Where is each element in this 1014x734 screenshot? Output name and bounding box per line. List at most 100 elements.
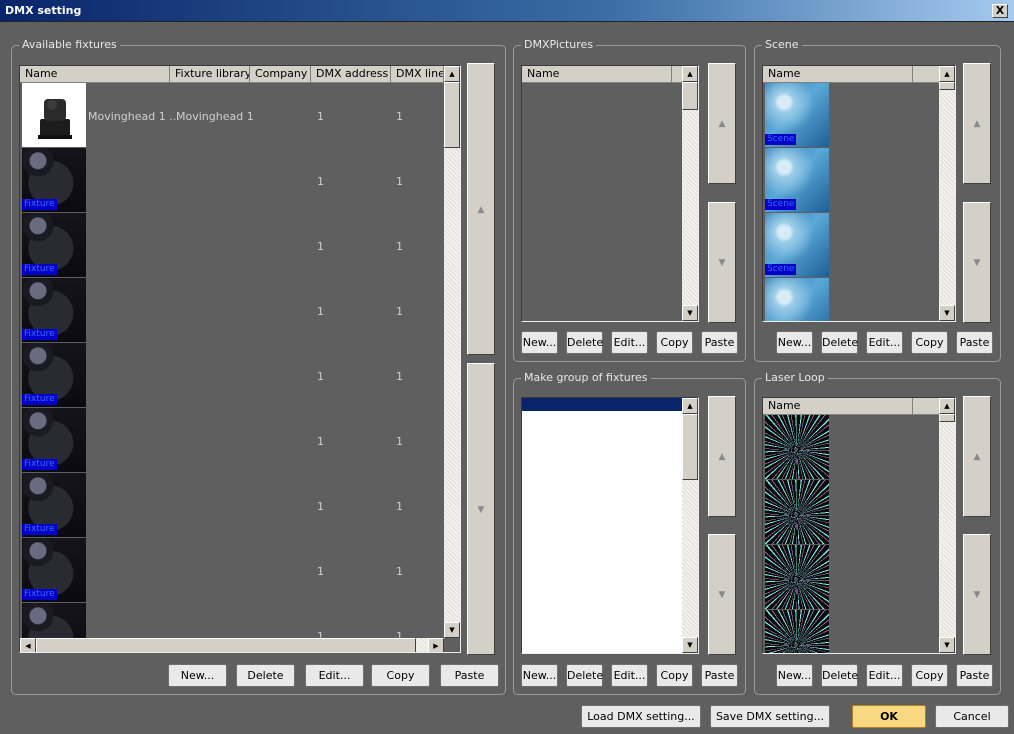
scroll-thumb-horizontal[interactable] — [36, 638, 416, 652]
dmxpictures-edit-button[interactable]: Edit... — [611, 331, 648, 354]
laser-scrollbar[interactable]: ▲ ▼ — [939, 398, 955, 653]
fixtures-horizontal-scrollbar[interactable]: ◀ ▶ — [20, 638, 444, 652]
column-name[interactable]: Name — [20, 66, 170, 83]
scroll-thumb[interactable] — [939, 414, 955, 422]
laser-list[interactable]: Name ▲ ▼ — [762, 397, 956, 654]
fixture-copy-button[interactable]: Copy — [371, 664, 430, 687]
laser-thumbnail[interactable] — [765, 545, 829, 609]
laser-thumbnail[interactable] — [765, 610, 829, 653]
scene-new-button[interactable]: New... — [776, 331, 813, 354]
fixture-thumbnail — [22, 603, 86, 638]
column-name[interactable]: Name — [763, 398, 913, 415]
fixture-row[interactable]: Movinghead 1 ... Movinghead 1 1 1 — [20, 83, 444, 148]
fixture-move-up-button[interactable]: ▲ — [467, 63, 495, 355]
group-list[interactable]: ▲ ▼ — [521, 397, 699, 654]
laser-thumbnail[interactable] — [765, 415, 829, 479]
fixture-row[interactable]: 11 — [20, 603, 444, 638]
group-move-down-button[interactable]: ▼ — [708, 534, 736, 655]
laser-move-up-button[interactable]: ▲ — [963, 396, 991, 517]
column-company[interactable]: Company — [250, 66, 311, 83]
fixture-dmx-line: 1 — [396, 110, 403, 123]
fixture-delete-button[interactable]: Delete — [236, 664, 295, 687]
laser-new-button[interactable]: New... — [776, 664, 813, 687]
scroll-thumb[interactable] — [682, 82, 698, 110]
scroll-up-icon[interactable]: ▲ — [682, 398, 698, 414]
scene-thumbnail[interactable]: Scene — [765, 148, 829, 212]
scroll-up-icon[interactable]: ▲ — [939, 66, 955, 82]
laser-delete-button[interactable]: Delete — [821, 664, 858, 687]
scroll-up-icon[interactable]: ▲ — [444, 66, 460, 82]
load-dmx-setting-button[interactable]: Load DMX setting... — [581, 705, 701, 728]
scroll-down-icon[interactable]: ▼ — [939, 305, 955, 321]
scene-thumbnail[interactable]: Scene — [765, 83, 829, 147]
group-new-button[interactable]: New... — [521, 664, 558, 687]
column-dmx-address[interactable]: DMX address — [311, 66, 391, 83]
fixture-row[interactable]: Fixture 1 1 — [20, 148, 444, 213]
scene-edit-button[interactable]: Edit... — [866, 331, 903, 354]
dmxpictures-list[interactable]: Name ▲ ▼ — [521, 65, 699, 322]
ok-button[interactable]: OK — [852, 705, 926, 728]
scene-paste-button[interactable]: Paste — [956, 331, 993, 354]
group-edit-button[interactable]: Edit... — [611, 664, 648, 687]
group-scrollbar[interactable]: ▲ ▼ — [682, 398, 698, 653]
fixtures-vertical-scrollbar[interactable]: ▲ ▼ — [444, 66, 460, 638]
scroll-down-icon[interactable]: ▼ — [444, 622, 460, 638]
fixture-thumbnail: Fixture — [22, 538, 86, 602]
dmxpictures-paste-button[interactable]: Paste — [701, 331, 738, 354]
column-name[interactable]: Name — [522, 66, 672, 83]
arrow-down-icon: ▼ — [477, 505, 485, 515]
column-fixture-library[interactable]: Fixture library — [170, 66, 250, 83]
dmxpictures-move-up-button[interactable]: ▲ — [708, 63, 736, 184]
fixtures-list[interactable]: Name Fixture library Company DMX address… — [19, 65, 461, 653]
scroll-thumb[interactable] — [682, 414, 698, 480]
dmxpictures-scrollbar[interactable]: ▲ ▼ — [682, 66, 698, 321]
scroll-right-icon[interactable]: ▶ — [428, 638, 444, 652]
dmxpictures-new-button[interactable]: New... — [521, 331, 558, 354]
scroll-left-icon[interactable]: ◀ — [20, 638, 36, 652]
scene-copy-button[interactable]: Copy — [911, 331, 948, 354]
laser-thumbnail[interactable] — [765, 480, 829, 544]
arrow-up-icon: ▲ — [973, 119, 981, 129]
scroll-thumb[interactable] — [939, 82, 955, 90]
laser-move-down-button[interactable]: ▼ — [963, 534, 991, 655]
fixture-new-button[interactable]: New... — [168, 664, 227, 687]
dmxpictures-copy-button[interactable]: Copy — [656, 331, 693, 354]
scroll-down-icon[interactable]: ▼ — [939, 637, 955, 653]
fixture-row[interactable]: Fixture 1 1 — [20, 278, 444, 343]
scene-thumbnail[interactable] — [765, 278, 829, 321]
fixture-row[interactable]: Fixture 1 1 — [20, 408, 444, 473]
save-dmx-setting-button[interactable]: Save DMX setting... — [710, 705, 830, 728]
close-icon[interactable]: X — [992, 4, 1008, 18]
scroll-up-icon[interactable]: ▲ — [939, 398, 955, 414]
group-delete-button[interactable]: Delete — [566, 664, 603, 687]
scroll-up-icon[interactable]: ▲ — [682, 66, 698, 82]
scroll-down-icon[interactable]: ▼ — [682, 305, 698, 321]
group-copy-button[interactable]: Copy — [656, 664, 693, 687]
scene-move-down-button[interactable]: ▼ — [963, 202, 991, 323]
group-move-up-button[interactable]: ▲ — [708, 396, 736, 517]
laser-copy-button[interactable]: Copy — [911, 664, 948, 687]
scene-scrollbar[interactable]: ▲ ▼ — [939, 66, 955, 321]
laser-edit-button[interactable]: Edit... — [866, 664, 903, 687]
fixture-row[interactable]: Fixture 1 1 — [20, 213, 444, 278]
column-dmx-line[interactable]: DMX line — [391, 66, 444, 83]
scene-list[interactable]: Name Scene Scene Scene ▲ ▼ — [762, 65, 956, 322]
fixture-row[interactable]: Fixture 1 1 — [20, 473, 444, 538]
group-paste-button[interactable]: Paste — [701, 664, 738, 687]
fixture-move-down-button[interactable]: ▼ — [467, 363, 495, 655]
scroll-thumb[interactable] — [444, 82, 460, 148]
cancel-button[interactable]: Cancel — [935, 705, 1009, 728]
fixture-row[interactable]: Fixture 1 1 — [20, 343, 444, 408]
scene-move-up-button[interactable]: ▲ — [963, 63, 991, 184]
fixture-edit-button[interactable]: Edit... — [305, 664, 364, 687]
dmxpictures-move-down-button[interactable]: ▼ — [708, 202, 736, 323]
dmxpictures-delete-button[interactable]: Delete — [566, 331, 603, 354]
scroll-down-icon[interactable]: ▼ — [682, 637, 698, 653]
laser-paste-button[interactable]: Paste — [956, 664, 993, 687]
fixture-row[interactable]: Fixture 1 1 — [20, 538, 444, 603]
scene-thumbnail[interactable]: Scene — [765, 213, 829, 277]
column-name[interactable]: Name — [763, 66, 913, 83]
fixture-paste-button[interactable]: Paste — [440, 664, 499, 687]
group-selected-row[interactable] — [522, 398, 682, 411]
scene-delete-button[interactable]: Delete — [821, 331, 858, 354]
